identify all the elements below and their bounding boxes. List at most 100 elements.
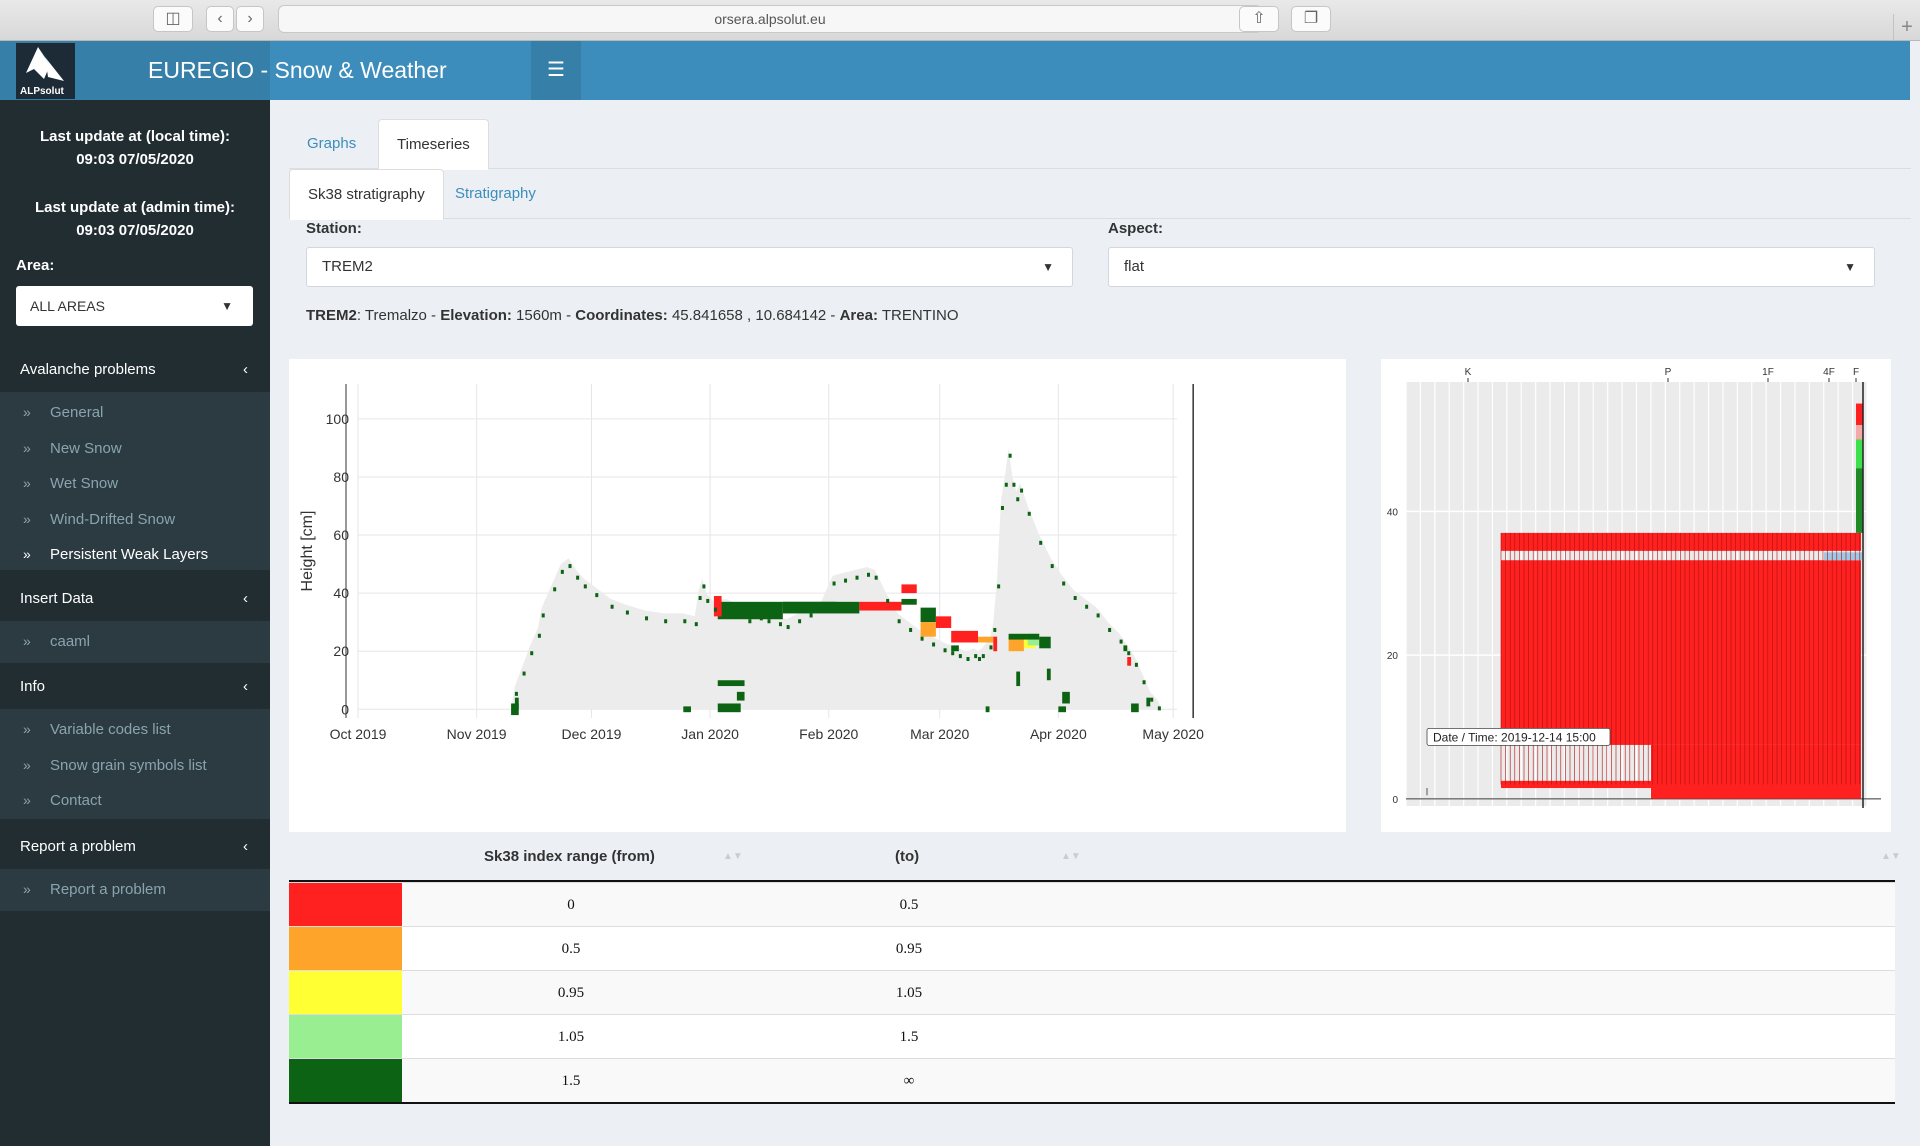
tab-graphs[interactable]: Graphs [289, 119, 374, 170]
share-icon[interactable]: ⇧ [1239, 6, 1279, 32]
sk38-layer-bar [859, 601, 902, 611]
sk38-surface-mark [740, 610, 744, 615]
sk38-layer-bar [977, 636, 994, 643]
tabs-icon[interactable]: ❐ [1291, 6, 1331, 32]
y-tick-label: 80 [333, 469, 349, 485]
range-from-cell: 1.05 [557, 1029, 585, 1045]
station-code: TREM2 [306, 307, 357, 324]
x-tick-label: Apr 2020 [1030, 726, 1087, 742]
sk38-layer-bar [511, 703, 519, 716]
sort-icon[interactable]: ▲▼ [1881, 833, 1901, 881]
range-to-cell: 1.05 [895, 985, 923, 1001]
area-label: Area: [16, 257, 55, 274]
aspect-select[interactable]: flat ▼ [1108, 247, 1875, 287]
sidebar-item-label: Variable codes list [50, 721, 171, 738]
sidebar-item-persistent-weak-layers[interactable]: » Persistent Weak Layers [0, 537, 270, 573]
sidebar-item-wet-snow[interactable]: » Wet Snow [0, 466, 270, 502]
area-select[interactable]: ALL AREAS ▼ [16, 286, 253, 326]
table-header-to[interactable]: (to) [895, 833, 919, 881]
sk38-surface-mark [997, 584, 1001, 589]
tab-stratigraphy[interactable]: Stratigraphy [437, 169, 554, 220]
chevron-left-icon: ‹ [243, 838, 248, 855]
sk38-surface-mark [1127, 651, 1131, 656]
color-swatch [289, 1015, 402, 1058]
hamburger-icon[interactable]: ☰ [531, 41, 581, 100]
tab-sk38-stratigraphy[interactable]: Sk38 stratigraphy [289, 169, 444, 220]
sidebar-item-label: Report a problem [50, 881, 166, 898]
range-from-cell: 0.5 [561, 941, 581, 957]
forward-icon[interactable]: › [236, 6, 264, 32]
double-chevron-icon: » [23, 756, 31, 773]
table-header-from[interactable]: Sk38 index range (from) [484, 833, 655, 881]
sidebar-item-new-snow[interactable]: » New Snow [0, 431, 270, 467]
sk38-layer-bar [1039, 636, 1051, 649]
url-bar[interactable]: orsera.alpsolut.eu ↻ [278, 5, 1262, 33]
menu-report-problem[interactable]: Report a problem ‹ [0, 825, 270, 869]
sidebar-item-variable-codes[interactable]: » Variable codes list [0, 712, 270, 748]
sk38-surface-mark [759, 616, 763, 621]
menu-info[interactable]: Info ‹ [0, 665, 270, 709]
sk38-surface-mark [920, 636, 924, 641]
range-from-cell: 0 [567, 897, 575, 913]
table-row[interactable]: 0.95 1.05 [289, 970, 1895, 1014]
update-local-value: 09:03 07/05/2020 [76, 151, 194, 168]
y-tick-label: 20 [333, 643, 349, 659]
y-axis-title: Height [cm] [299, 511, 316, 592]
sk38-timeseries-chart[interactable]: 020406080100Oct 2019 Nov 2019 Dec 2019 Jan … [289, 359, 1346, 832]
stratigraphy-profile-chart[interactable]: 0 20 40 K P 1F 4F F Date / Time: 2019-12-14 15:0… [1381, 359, 1891, 832]
range-from-cell: 1.5 [561, 1073, 581, 1089]
sk38-surface-mark [767, 619, 771, 624]
aspect-label: Aspect: [1108, 220, 1164, 237]
tab-timeseries[interactable]: Timeseries [378, 119, 489, 170]
sk38-surface-mark [1134, 662, 1138, 667]
caret-down-icon: ▼ [1042, 260, 1054, 274]
sk38-surface-mark [1000, 505, 1004, 510]
sidebar-toggle-icon[interactable]: ◫ [153, 6, 193, 32]
sk38-surface-mark [530, 651, 534, 656]
sidebar-item-contact[interactable]: » Contact [0, 783, 270, 819]
double-chevron-icon: » [23, 881, 31, 897]
sk38-surface-mark [514, 691, 518, 696]
table-row[interactable]: 0.5 0.95 [289, 926, 1895, 970]
sk38-surface-mark [1142, 680, 1146, 685]
sidebar-item-label: New Snow [50, 439, 122, 457]
sidebar-item-snow-grain-symbols[interactable]: » Snow grain symbols list [0, 748, 270, 784]
color-swatch [289, 883, 402, 926]
sk38-surface-mark [989, 645, 993, 650]
table-row[interactable]: 1.05 1.5 [289, 1014, 1895, 1058]
color-swatch [289, 1059, 402, 1102]
sk38-surface-mark [725, 604, 729, 609]
range-to-cell: ∞ [903, 1073, 915, 1089]
table-row[interactable]: 0 0.5 [289, 882, 1895, 926]
sk38-surface-mark [943, 648, 947, 653]
y-tick-label: 40 [333, 585, 349, 601]
double-chevron-icon: » [23, 546, 31, 562]
url-text: orsera.alpsolut.eu [714, 11, 826, 27]
sidebar-item-general[interactable]: » General [0, 395, 270, 431]
logo[interactable]: ALPsolut [16, 43, 75, 99]
table-row[interactable]: 1.5 ∞ [289, 1058, 1895, 1102]
sk38-layer-bar [985, 706, 990, 713]
sk38-surface-mark [694, 622, 698, 627]
sidebar-item-caaml[interactable]: » caaml [0, 624, 270, 660]
station-select[interactable]: TREM2 ▼ [306, 247, 1073, 287]
sidebar-item-report-problem[interactable]: » Report a problem [0, 872, 270, 908]
sk38-layer-bar [717, 703, 741, 713]
sort-icon[interactable]: ▲▼ [1061, 833, 1081, 881]
sk38-layer-bar [951, 645, 959, 652]
sort-icon[interactable]: ▲▼ [723, 833, 743, 881]
sk38-surface-mark [1119, 639, 1123, 644]
sk38-surface-mark [974, 654, 978, 659]
x-tick-label: Feb 2020 [799, 726, 858, 742]
elevation-label: Elevation: [440, 307, 512, 324]
sidebar-item-wind-drifted-snow[interactable]: » Wind-Drifted Snow [0, 502, 270, 538]
new-tab-icon[interactable]: + [1893, 14, 1920, 41]
back-icon[interactable]: ‹ [206, 6, 234, 32]
sk38-surface-mark [1008, 453, 1012, 458]
menu-insert-data[interactable]: Insert Data ‹ [0, 577, 270, 621]
y-tick-label: 60 [333, 527, 349, 543]
menu-avalanche-problems[interactable]: Avalanche problems ‹ [0, 348, 270, 392]
update-local-label: Last update at (local time): [39, 128, 231, 145]
sk38-surface-mark [625, 610, 629, 615]
menu-header-label: Report a problem [20, 838, 136, 855]
